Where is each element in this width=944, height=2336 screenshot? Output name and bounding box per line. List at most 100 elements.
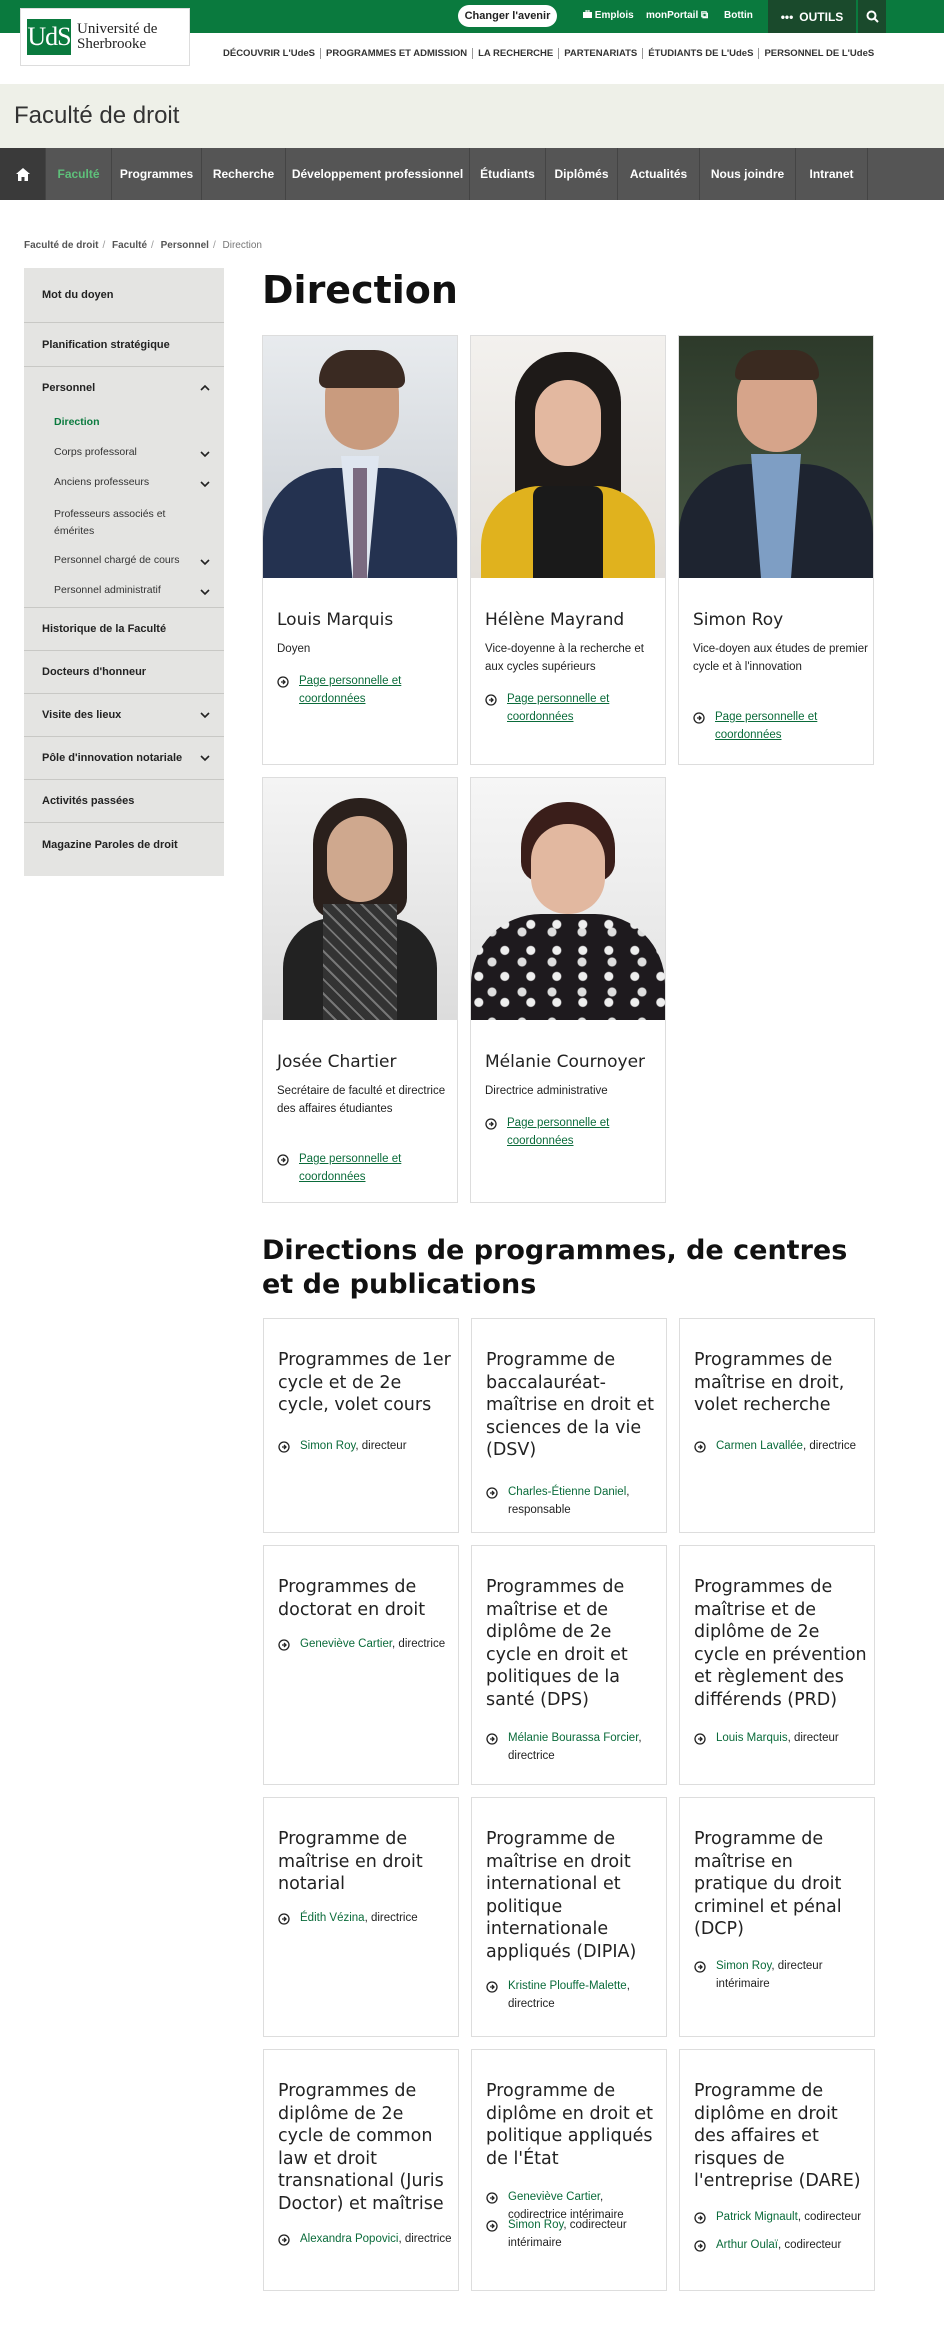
contact-link[interactable]: Geneviève Cartier (508, 2191, 600, 2203)
person-role: Vice-doyen aux études de premier cycle e… (693, 643, 868, 673)
arrow-circle-icon (278, 1441, 290, 1453)
faculty-title[interactable]: Faculté de droit (14, 102, 179, 130)
search-icon (866, 10, 879, 23)
nav-personnel[interactable]: PERSONNEL DE L'UdeS (759, 48, 879, 59)
person-page-link[interactable]: Page personnelle et coordonnées (715, 708, 855, 744)
portrait-photo (263, 778, 457, 1020)
sidebar-item-pole[interactable]: Pôle d'innovation notariale (24, 737, 224, 780)
sidebar-sub-anciens-professeurs[interactable]: Anciens professeurs (54, 474, 194, 491)
person-card: Hélène Mayrand Vice-doyenne à la recherc… (470, 335, 666, 765)
person-name: Mélanie Cournoyer (485, 1052, 646, 1072)
tab-actualites[interactable]: Actualités (618, 148, 700, 200)
sidebar-sub-personnel-administratif[interactable]: Personnel administratif (54, 582, 194, 599)
sidebar-item-mot-du-doyen[interactable]: Mot du doyen (24, 268, 224, 323)
tab-nous-joindre[interactable]: Nous joindre (700, 148, 796, 200)
dots-icon: ••• (780, 9, 794, 24)
breadcrumb-personnel[interactable]: Personnel (161, 240, 209, 251)
program-contact: Simon Roy, directeur intérimaire (716, 1957, 871, 1993)
person-card: Mélanie Cournoyer Directrice administrat… (470, 777, 666, 1203)
program-contact: Simon Roy, directeur (300, 1437, 455, 1455)
tab-developpement[interactable]: Développement professionnel (286, 148, 470, 200)
contact-link[interactable]: Simon Roy (716, 1960, 771, 1972)
program-contact: Édith Vézina, directrice (300, 1909, 455, 1927)
arrow-circle-icon (694, 2240, 706, 2252)
logo-text: Université de Sherbrooke (77, 21, 158, 52)
sidebar-sub-direction[interactable]: Direction (54, 414, 194, 431)
breadcrumb-faculte[interactable]: Faculté (112, 240, 147, 251)
arrow-circle-icon (486, 1487, 498, 1499)
program-title: Programmes de maîtrise en droit, volet r… (694, 1350, 845, 1415)
program-title: Programme de maîtrise en droit notarial (278, 1829, 423, 1894)
sidebar-sub-charge-de-cours[interactable]: Personnel chargé de cours (54, 552, 194, 569)
sidebar-item-historique[interactable]: Historique de la Faculté (24, 608, 224, 651)
nav-etudiants[interactable]: ÉTUDIANTS DE L'UdeS (643, 48, 760, 59)
contact-link[interactable]: Geneviève Cartier (300, 1638, 392, 1650)
nav-programmes[interactable]: PROGRAMMES ET ADMISSION (321, 48, 474, 59)
changer-avenir-button[interactable]: Changer l'avenir (458, 5, 557, 27)
contact-link[interactable]: Mélanie Bourassa Forcier (508, 1732, 638, 1744)
chevron-down-icon[interactable] (200, 557, 210, 567)
chevron-down-icon (200, 712, 210, 719)
person-role: Secrétaire de faculté et directrice des … (277, 1085, 446, 1115)
sidebar-item-docteurs[interactable]: Docteurs d'honneur (24, 651, 224, 694)
tab-diplomes[interactable]: Diplômés (546, 148, 618, 200)
program-contact: Alexandra Popovici, directrice (300, 2230, 455, 2248)
breadcrumb-faculte-de-droit[interactable]: Faculté de droit (24, 240, 98, 251)
tab-programmes[interactable]: Programmes (112, 148, 202, 200)
contact-role: , directrice (398, 2233, 452, 2245)
contact-link[interactable]: Simon Roy (300, 1440, 355, 1452)
home-button[interactable] (0, 148, 46, 200)
arrow-circle-icon (694, 2212, 706, 2224)
tab-intranet[interactable]: Intranet (796, 148, 868, 200)
contact-link[interactable]: Alexandra Popovici (300, 2233, 398, 2245)
program-card: Programme de maîtrise en droit notarial É… (263, 1797, 459, 2037)
arrow-circle-icon (485, 694, 497, 706)
arrow-circle-icon (694, 1733, 706, 1745)
contact-link[interactable]: Patrick Mignault (716, 2211, 798, 2223)
arrow-circle-icon (486, 1733, 498, 1745)
tab-recherche[interactable]: Recherche (202, 148, 286, 200)
chevron-down-icon[interactable] (200, 479, 210, 489)
outils-button[interactable]: ••• OUTILS (768, 0, 856, 33)
sidebar-sub-corps-professoral[interactable]: Corps professoral (54, 444, 194, 461)
chevron-down-icon[interactable] (200, 587, 210, 597)
contact-link[interactable]: Édith Vézina (300, 1912, 365, 1924)
university-logo[interactable]: UdS Université de Sherbrooke (20, 8, 190, 66)
person-page-link[interactable]: Page personnelle et coordonnées (507, 690, 647, 726)
contact-role: , directrice (392, 1638, 446, 1650)
sidebar-sub-professeurs-associes[interactable]: Professeurs associés et émérites (54, 506, 194, 540)
nav-partenariats[interactable]: PARTENARIATS (559, 48, 644, 59)
chevron-down-icon[interactable] (200, 449, 210, 459)
search-button[interactable] (858, 0, 886, 33)
sidebar-item-magazine[interactable]: Magazine Paroles de droit (24, 823, 224, 866)
person-page-link[interactable]: Page personnelle et coordonnées (299, 1150, 439, 1186)
contact-link[interactable]: Carmen Lavallée (716, 1440, 803, 1452)
person-role: Directrice administrative (485, 1085, 608, 1097)
main-navigation: DÉCOUVRIR L'UdeS PROGRAMMES ET ADMISSION… (218, 48, 879, 59)
tab-faculte[interactable]: Faculté (46, 148, 112, 200)
bottin-link[interactable]: Bottin (724, 10, 753, 21)
sidebar-item-personnel[interactable]: Personnel (24, 367, 224, 409)
nav-decouvrir[interactable]: DÉCOUVRIR L'UdeS (218, 48, 321, 59)
contact-link[interactable]: Simon Roy (508, 2219, 563, 2231)
nav-recherche[interactable]: LA RECHERCHE (473, 48, 560, 59)
person-page-link[interactable]: Page personnelle et coordonnées (299, 672, 439, 708)
program-title: Programmes de doctorat en droit (278, 1577, 426, 1620)
sidebar-item-planification[interactable]: Planification stratégique (24, 323, 224, 367)
contact-link[interactable]: Arthur Oulaï (716, 2239, 778, 2251)
contact-link[interactable]: Kristine Plouffe-Malette (508, 1980, 627, 1992)
tab-etudiants[interactable]: Étudiants (470, 148, 546, 200)
monportail-link[interactable]: monPortail ⧉ (646, 10, 708, 21)
person-name: Hélène Mayrand (485, 610, 625, 630)
sidebar-item-visite[interactable]: Visite des lieux (24, 694, 224, 737)
person-page-link[interactable]: Page personnelle et coordonnées (507, 1114, 647, 1150)
contact-link[interactable]: Louis Marquis (716, 1732, 788, 1744)
program-card: Programme de diplôme en droit et politiq… (471, 2049, 667, 2291)
program-contact: Charles-Étienne Daniel, responsable (508, 1483, 663, 1519)
arrow-circle-icon (694, 1961, 706, 1973)
portrait-photo (471, 336, 665, 578)
arrow-circle-icon (485, 1118, 497, 1130)
sidebar-item-activites[interactable]: Activités passées (24, 780, 224, 823)
contact-link[interactable]: Charles-Étienne Daniel (508, 1486, 626, 1498)
emplois-link[interactable]: Emplois (583, 9, 634, 21)
